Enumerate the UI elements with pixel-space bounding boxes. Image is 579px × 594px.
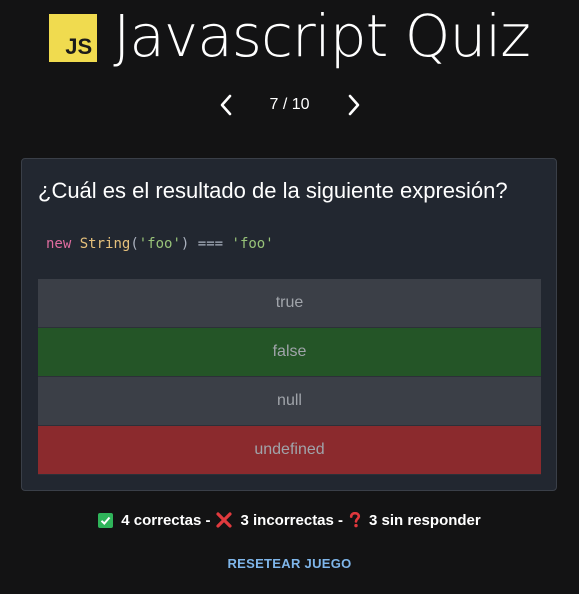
chevron-right-icon xyxy=(348,94,359,116)
answer-list: true false null undefined xyxy=(38,279,541,475)
js-logo-text: JS xyxy=(65,34,93,59)
question-card: ¿Cuál es el resultado de la siguiente ex… xyxy=(21,158,557,491)
score-summary: 4 correctas - 3 incorrectas - 3 sin resp… xyxy=(0,508,579,532)
question-pager: 7 / 10 xyxy=(0,90,579,120)
chevron-left-icon xyxy=(220,94,231,116)
reset-game-button[interactable]: RESETEAR JUEGO xyxy=(0,556,579,571)
answer-option-undefined[interactable]: undefined xyxy=(38,426,541,475)
code-function: String xyxy=(79,236,131,252)
check-icon xyxy=(98,512,114,528)
code-paren-close: ) xyxy=(180,236,190,252)
code-snippet: new String('foo') === 'foo' xyxy=(46,234,274,254)
page-title: Javascript Quiz xyxy=(113,2,531,70)
code-keyword: new xyxy=(46,236,72,252)
question-mark-icon xyxy=(349,512,361,528)
answer-option-true[interactable]: true xyxy=(38,279,541,328)
prev-question-button[interactable] xyxy=(211,90,241,120)
code-rhs: 'foo' xyxy=(231,236,274,252)
code-operator: === xyxy=(197,236,224,252)
code-argument: 'foo' xyxy=(138,236,181,252)
page-indicator: 7 / 10 xyxy=(269,96,310,113)
question-text: ¿Cuál es el resultado de la siguiente ex… xyxy=(38,178,508,203)
code-paren-open: ( xyxy=(130,236,139,252)
answer-option-null[interactable]: null xyxy=(38,377,541,426)
cross-icon xyxy=(216,512,233,528)
next-question-button[interactable] xyxy=(339,90,369,120)
incorrect-count: 3 incorrectas - xyxy=(240,511,344,529)
unanswered-count: 3 sin responder xyxy=(369,511,481,529)
js-logo: JS xyxy=(49,14,98,62)
answer-option-false[interactable]: false xyxy=(38,328,541,377)
correct-count: 4 correctas - xyxy=(121,511,211,529)
app-header: JS Javascript Quiz xyxy=(0,2,579,70)
